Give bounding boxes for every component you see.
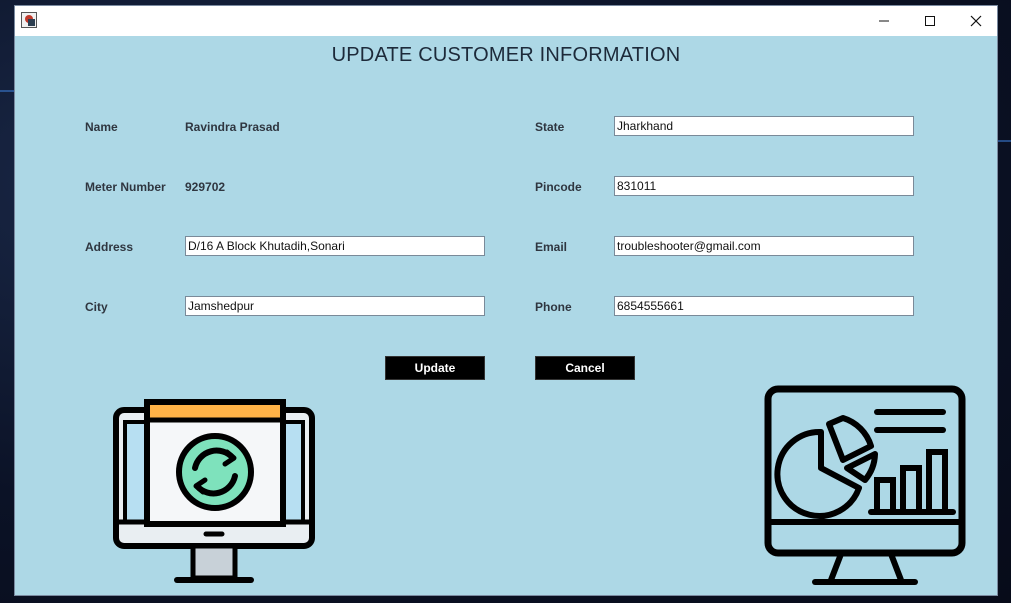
monitor-refresh-icon — [113, 399, 315, 583]
close-icon — [970, 15, 982, 27]
monitor-analytics-icon — [764, 385, 966, 585]
meter-number-label: Meter Number — [85, 180, 166, 194]
city-label: City — [85, 300, 108, 314]
name-label: Name — [85, 120, 118, 134]
pincode-label: Pincode — [535, 180, 582, 194]
desktop-accent-line — [0, 90, 14, 92]
meter-number-value: 929702 — [185, 180, 226, 194]
minimize-icon — [879, 20, 889, 22]
city-field[interactable] — [185, 296, 485, 316]
close-button[interactable] — [953, 6, 999, 36]
phone-label: Phone — [535, 300, 572, 314]
title-bar — [15, 6, 997, 36]
email-label: Email — [535, 240, 568, 254]
pincode-field[interactable] — [614, 176, 914, 196]
desktop-accent-line — [998, 140, 1011, 142]
email-field[interactable] — [614, 236, 914, 256]
phone-field[interactable] — [614, 296, 914, 316]
address-label: Address — [85, 240, 134, 254]
java-app-icon — [21, 12, 37, 28]
name-value: Ravindra Prasad — [185, 120, 280, 134]
update-button[interactable]: Update — [385, 356, 485, 380]
state-label: State — [535, 120, 565, 134]
maximize-icon — [925, 16, 935, 26]
page-title: UPDATE CUSTOMER INFORMATION — [331, 44, 681, 66]
maximize-button[interactable] — [907, 6, 953, 36]
minimize-button[interactable] — [861, 6, 907, 36]
address-field[interactable] — [185, 236, 485, 256]
cancel-button[interactable]: Cancel — [535, 356, 635, 380]
state-field[interactable] — [614, 116, 914, 136]
update-customer-window: UPDATE CUSTOMER INFORMATION Name Ravindr… — [14, 5, 998, 596]
